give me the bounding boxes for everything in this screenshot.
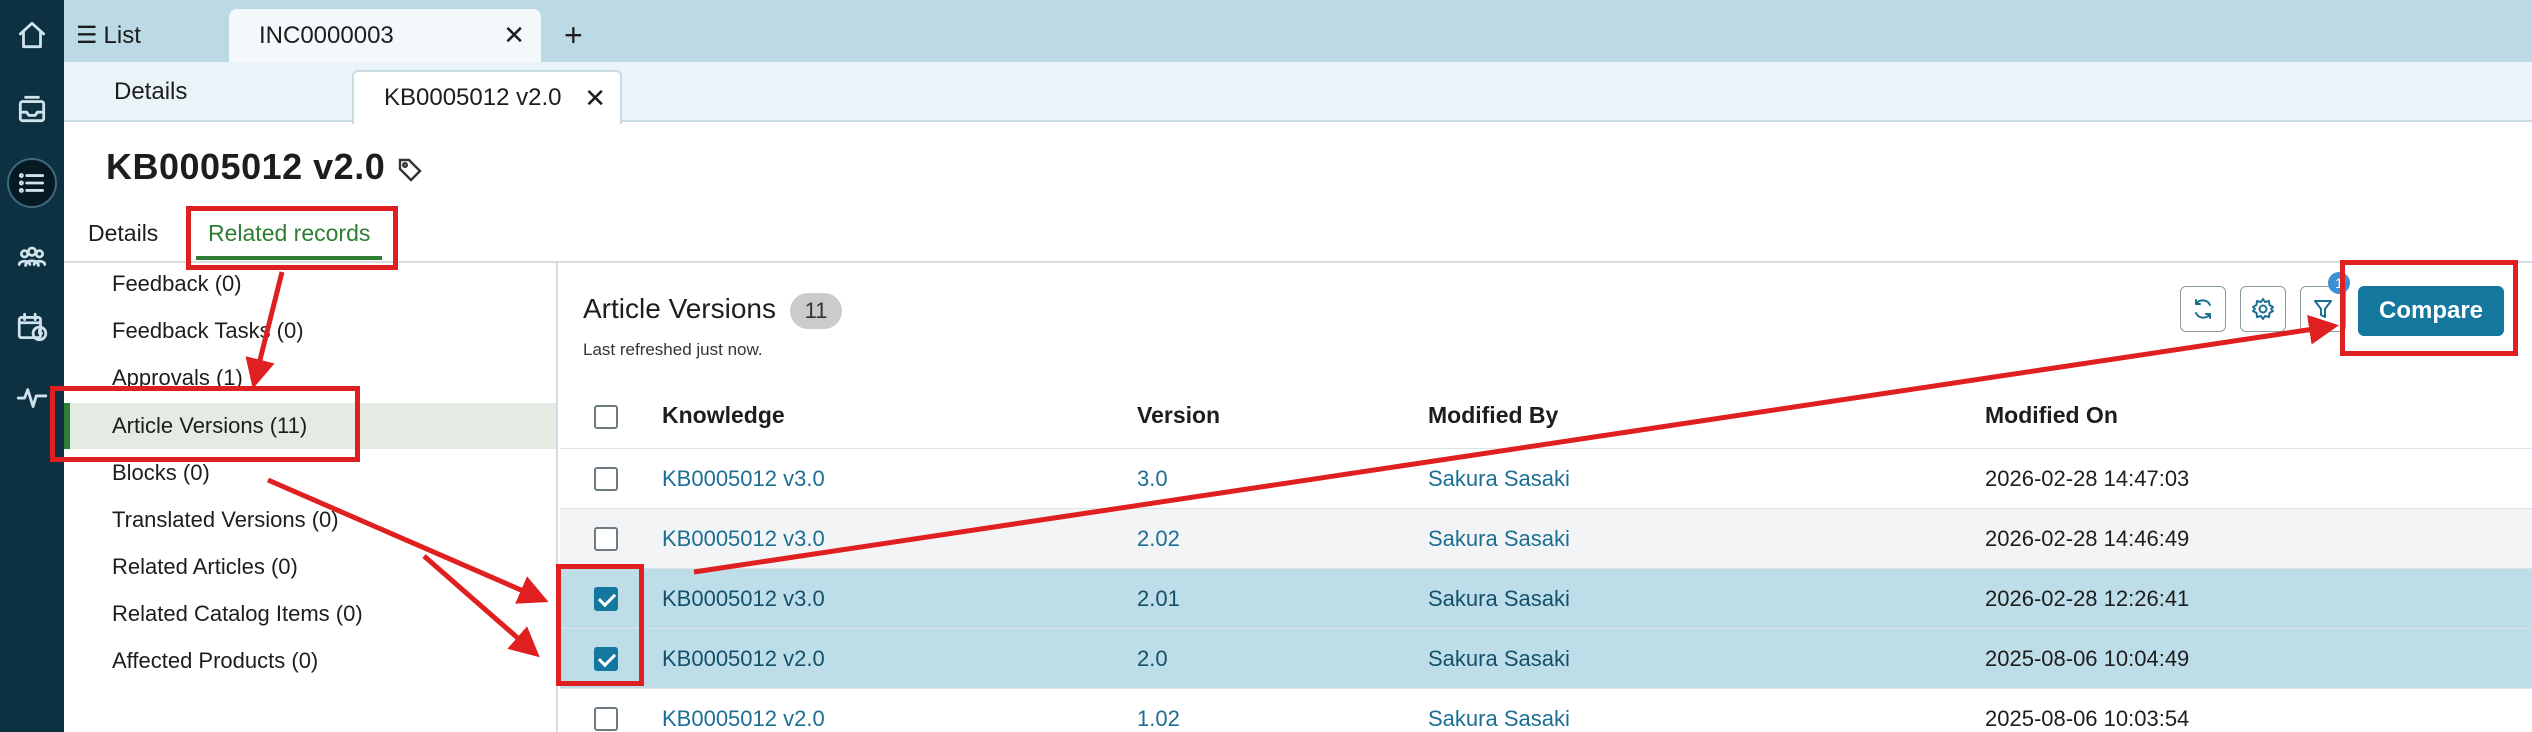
tag-icon[interactable] (396, 156, 424, 184)
compare-button[interactable]: Compare (2358, 286, 2504, 336)
modified-by-link[interactable]: Sakura Sasaki (1428, 449, 1570, 509)
related-item-feedback[interactable]: Feedback (0) (112, 269, 242, 299)
related-item-blocks[interactable]: Blocks (0) (112, 458, 210, 488)
column-header-modified-by[interactable]: Modified By (1428, 402, 1558, 429)
settings-button[interactable] (2240, 286, 2286, 332)
related-item-affected-products[interactable]: Affected Products (0) (112, 646, 318, 676)
row-checkbox[interactable] (594, 707, 618, 731)
groups-icon[interactable] (7, 232, 57, 282)
row-checkbox[interactable] (594, 467, 618, 491)
related-item-feedback-tasks[interactable]: Feedback Tasks (0) (112, 316, 304, 346)
modified-on-value: 2026-02-28 14:47:03 (1985, 466, 2190, 491)
table-row[interactable]: KB0005012 v2.0 2.0 Sakura Sasaki 2025-08… (560, 628, 2532, 688)
list-icon[interactable] (7, 158, 57, 208)
record-tab-bar: Details KB0005012 v2.0 ✕ (64, 62, 2532, 124)
select-all-checkbox[interactable] (594, 405, 618, 429)
version-link[interactable]: 1.02 (1137, 689, 1180, 732)
row-checkbox[interactable] (594, 587, 618, 611)
tab-details[interactable]: Details (88, 220, 158, 260)
table-row[interactable]: KB0005012 v3.0 3.0 Sakura Sasaki 2026-02… (560, 448, 2532, 508)
row-checkbox[interactable] (594, 527, 618, 551)
modified-on-value: 2025-08-06 10:03:54 (1985, 706, 2190, 731)
tab-list[interactable]: ☰ List (76, 9, 141, 62)
knowledge-link[interactable]: KB0005012 v2.0 (662, 689, 825, 732)
column-header-knowledge[interactable]: Knowledge (662, 402, 785, 429)
calendar-clock-icon[interactable] (7, 302, 57, 352)
active-tab-indicator (196, 256, 382, 260)
count-badge: 11 (790, 293, 842, 329)
last-refreshed-text: Last refreshed just now. (583, 340, 763, 359)
modified-on-value: 2026-02-28 12:26:41 (1985, 586, 2190, 611)
knowledge-link[interactable]: KB0005012 v3.0 (662, 509, 825, 569)
column-header-modified-on[interactable]: Modified On (1985, 402, 2118, 429)
modified-by-link[interactable]: Sakura Sasaki (1428, 569, 1570, 629)
version-link[interactable]: 3.0 (1137, 449, 1168, 509)
filter-count-badge: 1 (2328, 272, 2350, 294)
related-item-article-versions[interactable]: Article Versions (11) (112, 411, 307, 441)
activity-icon[interactable] (7, 372, 57, 422)
version-link[interactable]: 2.0 (1137, 629, 1168, 689)
table-row[interactable]: KB0005012 v3.0 2.02 Sakura Sasaki 2026-0… (560, 508, 2532, 568)
refresh-icon (2195, 299, 2211, 319)
modified-on-value: 2026-02-28 14:46:49 (1985, 526, 2190, 551)
modified-by-link[interactable]: Sakura Sasaki (1428, 629, 1570, 689)
page-title: KB0005012 v2.0 (106, 146, 386, 187)
workspace-tab-bar: ☰ List INC0000003 ✕ + (64, 0, 2532, 62)
row-checkbox[interactable] (594, 647, 618, 671)
subtab-kb-article[interactable]: KB0005012 v2.0 ✕ (352, 70, 622, 124)
related-list-nav: Feedback (0) Feedback Tasks (0) Approval… (64, 263, 558, 732)
table-row[interactable]: KB0005012 v2.0 1.02 Sakura Sasaki 2025-0… (560, 688, 2532, 732)
knowledge-link[interactable]: KB0005012 v2.0 (662, 629, 825, 689)
related-item-approvals[interactable]: Approvals (1) (112, 363, 243, 393)
inbox-icon[interactable] (7, 84, 57, 134)
tab-incident-label: INC0000003 (259, 21, 394, 49)
add-tab-button[interactable]: + (564, 9, 583, 62)
panel-title: Article Versions (583, 293, 776, 324)
related-item-translated-versions[interactable]: Translated Versions (0) (112, 505, 339, 535)
modified-by-link[interactable]: Sakura Sasaki (1428, 689, 1570, 732)
tab-related-records[interactable]: Related records (208, 220, 370, 260)
subtab-details[interactable]: Details (114, 62, 187, 122)
filter-icon (2314, 300, 2332, 318)
modified-on-value: 2025-08-06 10:04:49 (1985, 646, 2190, 671)
tab-list-label: List (103, 21, 141, 49)
app-rail (0, 0, 64, 732)
list-menu-icon: ☰ (76, 22, 98, 49)
related-item-related-articles[interactable]: Related Articles (0) (112, 552, 298, 582)
plus-icon: + (564, 17, 583, 53)
close-icon[interactable]: ✕ (503, 20, 525, 51)
related-item-related-catalog-items[interactable]: Related Catalog Items (0) (112, 599, 363, 629)
knowledge-link[interactable]: KB0005012 v3.0 (662, 449, 825, 509)
version-link[interactable]: 2.01 (1137, 569, 1180, 629)
table-row[interactable]: KB0005012 v3.0 2.01 Sakura Sasaki 2026-0… (560, 568, 2532, 628)
version-link[interactable]: 2.02 (1137, 509, 1180, 569)
knowledge-link[interactable]: KB0005012 v3.0 (662, 569, 825, 629)
tab-incident[interactable]: INC0000003 ✕ (229, 9, 541, 62)
column-header-version[interactable]: Version (1137, 402, 1220, 429)
subtab-kb-label: KB0005012 v2.0 (384, 84, 562, 111)
close-icon[interactable]: ✕ (584, 83, 606, 114)
gear-icon (2252, 298, 2274, 320)
modified-by-link[interactable]: Sakura Sasaki (1428, 509, 1570, 569)
home-icon[interactable] (7, 10, 57, 60)
refresh-button[interactable] (2180, 286, 2226, 332)
